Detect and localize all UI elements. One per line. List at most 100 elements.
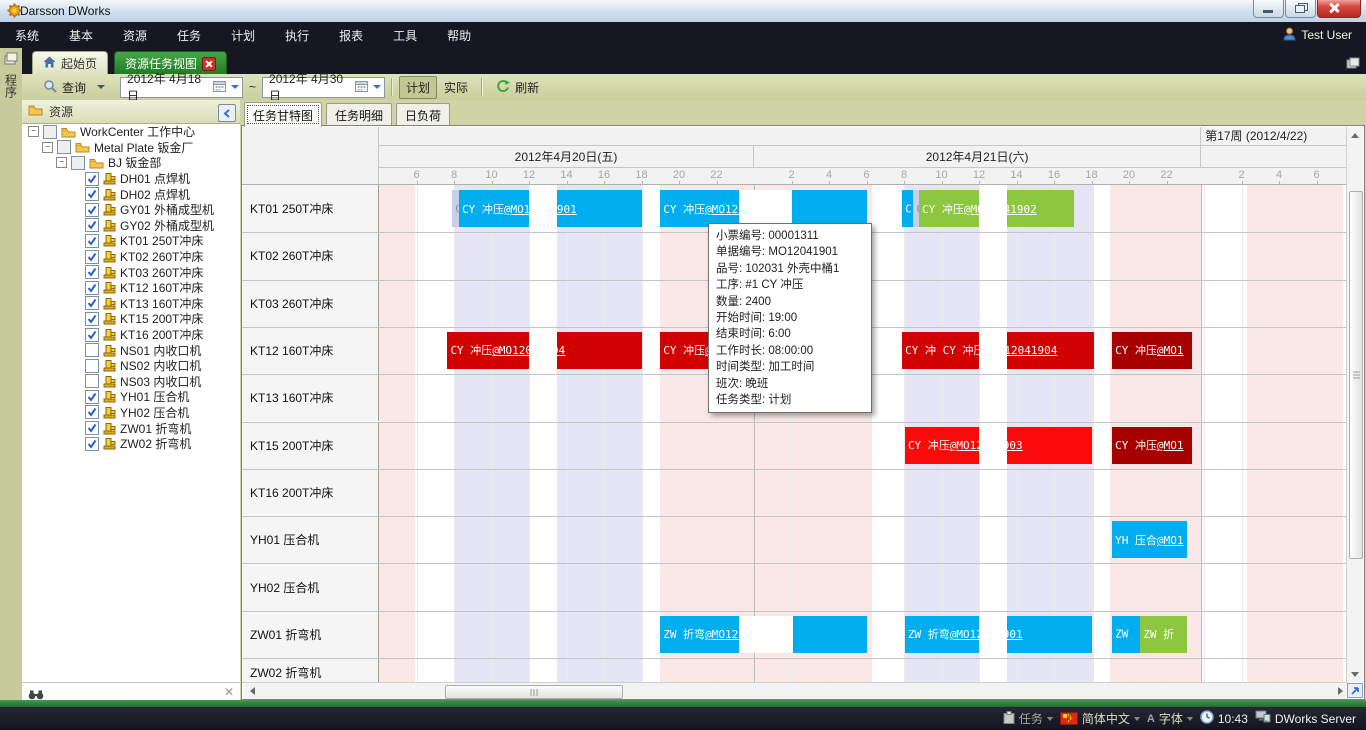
tree-item[interactable]: KT15 200T冲床 <box>22 311 240 327</box>
tree-expander-icon[interactable]: − <box>42 142 53 153</box>
tree-checkbox[interactable] <box>85 328 99 342</box>
gantt-task-bar[interactable]: CY 冲 CY 冲压@MO12041904 <box>902 332 1094 369</box>
clear-find-icon[interactable]: ✕ <box>224 685 234 699</box>
gantt-task-bar[interactable]: CY 冲压@MO12041904 <box>447 332 641 369</box>
gantt-tab[interactable]: 日负荷 <box>396 103 450 126</box>
tree-item[interactable]: KT02 260T冲床 <box>22 249 240 265</box>
tree-checkbox[interactable] <box>85 234 99 248</box>
gantt-tab[interactable]: 任务明细 <box>326 103 392 126</box>
tree-item[interactable]: KT16 200T冲床 <box>22 327 240 343</box>
close-button[interactable] <box>1317 0 1361 18</box>
tab-home[interactable]: 起始页 <box>32 51 108 75</box>
gantt-tab[interactable]: 任务甘特图 <box>244 102 322 127</box>
tree-checkbox[interactable] <box>57 140 71 154</box>
plan-toggle-button[interactable]: 计划 <box>399 76 437 99</box>
gantt-task-bar[interactable]: CY 冲压@MO12041901 <box>459 190 641 227</box>
date-from-field[interactable]: 2012年 4月18日 <box>120 77 243 98</box>
menu-item[interactable]: 工具 <box>378 27 432 44</box>
tree-item[interactable]: ZW02 折弯机 <box>22 436 240 452</box>
scroll-right-icon[interactable] <box>1332 683 1348 699</box>
tree-item[interactable]: KT01 250T冲床 <box>22 233 240 249</box>
tree-item[interactable]: KT13 160T冲床 <box>22 296 240 312</box>
menu-item[interactable]: 执行 <box>270 27 324 44</box>
tree-item[interactable]: DH01 点焊机 <box>22 171 240 187</box>
gantt-task-bar[interactable]: C <box>902 190 913 227</box>
tree-checkbox[interactable] <box>85 250 99 264</box>
tree-checkbox[interactable] <box>85 187 99 201</box>
tree-item[interactable]: NS03 内收口机 <box>22 374 240 390</box>
tree-checkbox[interactable] <box>85 265 99 279</box>
tree-checkbox[interactable] <box>85 343 99 357</box>
gantt-task-bar[interactable]: YH 压合@MO1 <box>1112 521 1187 558</box>
tree-checkbox[interactable] <box>85 312 99 326</box>
tree-checkbox[interactable] <box>85 203 99 217</box>
menu-item[interactable]: 计划 <box>216 27 270 44</box>
menu-item[interactable]: 系统 <box>0 27 54 44</box>
tree-checkbox[interactable] <box>85 421 99 435</box>
tree-checkbox[interactable] <box>43 125 57 139</box>
gantt-task-bar[interactable]: CY 冲压@MO12041902 <box>919 190 1074 227</box>
restore-button[interactable] <box>1285 0 1316 18</box>
tree-item[interactable]: KT03 260T冲床 <box>22 264 240 280</box>
tree-item[interactable]: NS02 内收口机 <box>22 358 240 374</box>
sidebar-tab-programs[interactable]: 程序 <box>2 52 20 98</box>
collapse-panel-button[interactable] <box>218 104 236 122</box>
tree-item[interactable]: NS01 内收口机 <box>22 342 240 358</box>
statusbar-tasks[interactable]: 任务 <box>1003 710 1053 727</box>
tree-checkbox[interactable] <box>85 359 99 373</box>
tree-item[interactable]: −WorkCenter 工作中心 <box>22 124 240 140</box>
tree-checkbox[interactable] <box>85 405 99 419</box>
date-to-field[interactable]: 2012年 4月30日 <box>262 77 385 98</box>
horizontal-scroll-thumb[interactable] <box>445 685 623 699</box>
gantt-task-bar[interactable]: CY 冲压@MO1 <box>1112 427 1192 464</box>
tree-checkbox[interactable] <box>85 437 99 451</box>
refresh-button[interactable]: 刷新 <box>489 76 546 99</box>
actual-toggle-button[interactable]: 实际 <box>437 76 475 99</box>
statusbar-server[interactable]: DWorks Server <box>1255 710 1356 727</box>
horizontal-scrollbar[interactable] <box>244 682 1348 699</box>
gantt-task-bar[interactable]: C <box>452 190 459 227</box>
gantt-task-bar[interactable]: ZW 折 <box>1140 616 1187 653</box>
scroll-corner-button[interactable] <box>1347 683 1363 698</box>
vertical-scroll-thumb[interactable] <box>1349 191 1363 559</box>
tree-checkbox[interactable] <box>85 374 99 388</box>
tree-item[interactable]: −Metal Plate 钣金厂 <box>22 140 240 156</box>
scroll-left-icon[interactable] <box>244 683 260 699</box>
tree-item[interactable]: GY01 外桶成型机 <box>22 202 240 218</box>
gantt-task-bar[interactable]: ZW 折弯@MO12041901 <box>660 616 866 653</box>
gantt-task-bar[interactable]: ZW 折弯@MO12041901 <box>905 616 1092 653</box>
date-from-caret-icon[interactable] <box>231 85 239 89</box>
menu-item[interactable]: 报表 <box>324 27 378 44</box>
user-box[interactable]: Test User <box>1283 22 1352 48</box>
tree-item[interactable]: DH02 点焊机 <box>22 186 240 202</box>
tree-checkbox[interactable] <box>71 156 85 170</box>
tree-checkbox[interactable] <box>85 218 99 232</box>
gantt-task-bar[interactable]: CY 冲压@MO12041903 <box>905 427 1092 464</box>
date-to-caret-icon[interactable] <box>373 85 381 89</box>
vertical-scrollbar[interactable] <box>1346 127 1363 682</box>
tree-checkbox[interactable] <box>85 390 99 404</box>
tree-expander-icon[interactable]: − <box>28 126 39 137</box>
minimize-button[interactable] <box>1253 0 1284 18</box>
statusbar-font[interactable]: A 字体 <box>1147 710 1193 727</box>
menu-item[interactable]: 基本 <box>54 27 108 44</box>
tree-checkbox[interactable] <box>85 172 99 186</box>
menu-item[interactable]: 帮助 <box>432 27 486 44</box>
gantt-task-bar[interactable]: ZW <box>1112 616 1140 653</box>
tree-item[interactable]: −BJ 钣金部 <box>22 155 240 171</box>
tree-item[interactable]: YH02 压合机 <box>22 405 240 421</box>
scroll-down-icon[interactable] <box>1347 666 1363 682</box>
tree-expander-icon[interactable]: − <box>56 157 67 168</box>
tree-item[interactable]: YH01 压合机 <box>22 389 240 405</box>
tree-item[interactable]: ZW01 折弯机 <box>22 420 240 436</box>
menu-item[interactable]: 任务 <box>162 27 216 44</box>
tree-item[interactable]: GY02 外桶成型机 <box>22 218 240 234</box>
menu-item[interactable]: 资源 <box>108 27 162 44</box>
gantt-task-bar[interactable]: CY 冲压@MO1 <box>1112 332 1192 369</box>
tree-checkbox[interactable] <box>85 296 99 310</box>
search-button[interactable]: 查询 <box>36 76 112 99</box>
statusbar-language[interactable]: 简体中文 <box>1060 710 1140 727</box>
tab-close-icon[interactable] <box>202 57 216 71</box>
tree-checkbox[interactable] <box>85 281 99 295</box>
scroll-up-icon[interactable] <box>1347 127 1363 143</box>
